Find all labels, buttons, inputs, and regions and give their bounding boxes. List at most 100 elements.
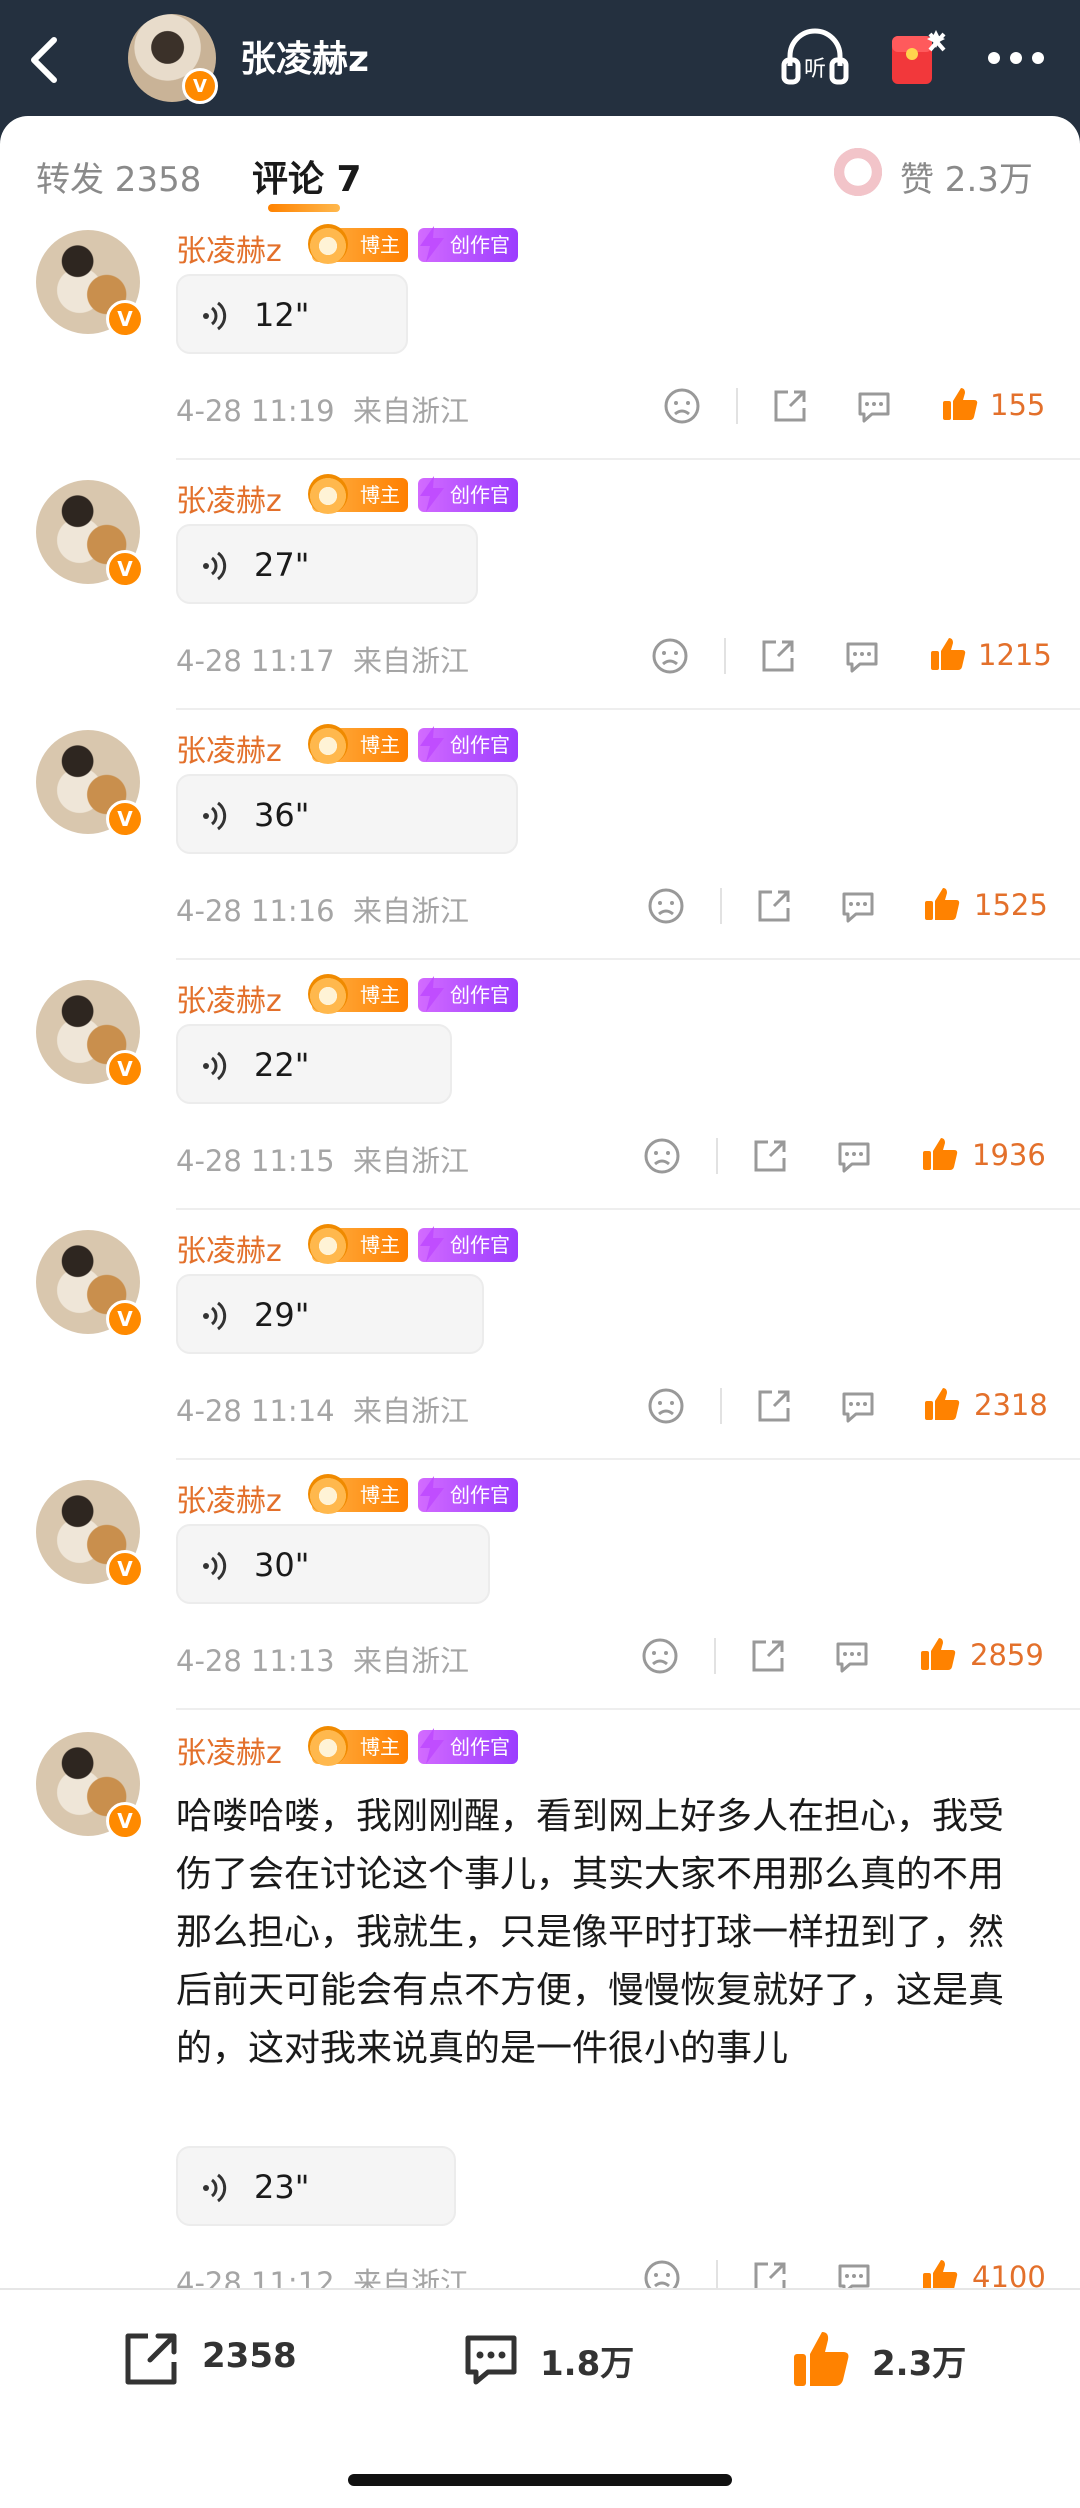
- crown-icon: [308, 724, 348, 764]
- creator-badge: 创作官: [418, 976, 518, 1012]
- dislike-icon[interactable]: [640, 1636, 680, 1676]
- like-count: 1936: [972, 1138, 1046, 1172]
- listen-icon[interactable]: 听: [780, 26, 850, 90]
- voice-duration: 30": [254, 1546, 310, 1584]
- blogger-badge: 博主: [308, 474, 408, 514]
- comment-author[interactable]: 张凌赫z: [176, 1728, 282, 1772]
- avatar[interactable]: V: [36, 480, 144, 588]
- avatar[interactable]: V: [36, 1480, 144, 1588]
- like-icon[interactable]: [922, 884, 962, 924]
- voice-message[interactable]: 29": [176, 1274, 484, 1354]
- dislike-icon[interactable]: [642, 1136, 682, 1176]
- voice-duration: 29": [254, 1296, 310, 1334]
- voice-wave-icon: [203, 801, 227, 831]
- separator: [720, 1388, 722, 1424]
- comment-text: 哈喽哈喽，我刚刚醒，看到网上好多人在担心，我受伤了会在讨论这个事儿，其实大家不用…: [176, 1796, 1005, 2069]
- comment-author[interactable]: 张凌赫z: [176, 476, 282, 520]
- voice-duration: 27": [254, 546, 310, 584]
- red-packet-icon[interactable]: [884, 24, 950, 90]
- crown-icon: [308, 224, 348, 264]
- like-icon[interactable]: [940, 384, 980, 424]
- dislike-icon[interactable]: [650, 636, 690, 676]
- verified-badge: V: [182, 68, 218, 104]
- crown-icon: [308, 474, 348, 514]
- like-count: 155: [990, 388, 1046, 422]
- voice-message[interactable]: 12": [176, 274, 408, 354]
- avatar[interactable]: V: [36, 980, 144, 1088]
- like-icon[interactable]: [920, 1134, 960, 1174]
- voice-message[interactable]: 27": [176, 524, 478, 604]
- crown-icon: [308, 1474, 348, 1514]
- voice-wave-icon: [203, 2173, 227, 2203]
- comment-author[interactable]: 张凌赫z: [176, 1476, 282, 1520]
- avatar[interactable]: V: [36, 730, 144, 838]
- divider: [176, 1458, 1080, 1460]
- more-icon[interactable]: [986, 50, 1046, 66]
- avatar[interactable]: V: [36, 1230, 144, 1338]
- creator-badge: 创作官: [418, 226, 518, 262]
- separator: [716, 1138, 718, 1174]
- like-count: 2318: [974, 1388, 1048, 1422]
- comment-author[interactable]: 张凌赫z: [176, 1226, 282, 1270]
- share-icon[interactable]: [754, 1386, 794, 1426]
- reply-icon[interactable]: [842, 636, 882, 676]
- creator-icon: [420, 476, 444, 512]
- reply-icon[interactable]: [854, 386, 894, 426]
- avatar[interactable]: V: [36, 230, 144, 338]
- reply-icon[interactable]: [834, 1136, 874, 1176]
- comment-location: 来自浙江: [353, 644, 470, 678]
- dislike-icon[interactable]: [662, 386, 702, 426]
- voice-wave-icon: [203, 1051, 227, 1081]
- repost-count[interactable]: 2358: [202, 2336, 297, 2376]
- avatar[interactable]: V: [36, 1732, 144, 1840]
- verified-badge: V: [106, 800, 144, 838]
- dislike-icon[interactable]: [646, 886, 686, 926]
- comment-item: V 张凌赫z 博主 创作官 哈喽哈喽，我刚刚醒，看到网上好多人在担心，我受伤了会…: [0, 1726, 1080, 2300]
- comment-author[interactable]: 张凌赫z: [176, 726, 282, 770]
- like-icon[interactable]: [918, 1634, 958, 1674]
- comment-item: V 张凌赫z 博主 创作官 22" 4-28 11:15 来自浙江 1936: [0, 974, 1080, 1216]
- like-icon[interactable]: [928, 634, 968, 674]
- home-indicator[interactable]: [348, 2474, 732, 2486]
- like-total[interactable]: 2.3万: [872, 2336, 966, 2385]
- like-icon[interactable]: [922, 1384, 962, 1424]
- comment-meta: 4-28 11:17 来自浙江: [176, 638, 469, 680]
- comment-item: V 张凌赫z 博主 创作官 30" 4-28 11:13 来自浙江 2859: [0, 1474, 1080, 1716]
- share-icon[interactable]: [770, 386, 810, 426]
- comment-author[interactable]: 张凌赫z: [176, 226, 282, 270]
- header-title[interactable]: 张凌赫z: [240, 30, 369, 82]
- reply-icon[interactable]: [832, 1636, 872, 1676]
- comment-item: V 张凌赫z 博主 创作官 12" 4-28 11:19 来自浙江 155: [0, 224, 1080, 460]
- voice-message[interactable]: 23": [176, 2146, 456, 2226]
- verified-badge: V: [106, 550, 144, 588]
- back-icon[interactable]: [22, 32, 70, 88]
- voice-duration: 36": [254, 796, 310, 834]
- voice-message[interactable]: 22": [176, 1024, 452, 1104]
- voice-duration: 22": [254, 1046, 310, 1084]
- verified-badge: V: [106, 300, 144, 338]
- like-icon[interactable]: [790, 2328, 852, 2390]
- creator-icon: [420, 726, 444, 762]
- comment-count[interactable]: 1.8万: [540, 2336, 634, 2385]
- share-icon[interactable]: [748, 1636, 788, 1676]
- like-count: 1215: [978, 638, 1052, 672]
- comment-icon[interactable]: [460, 2328, 522, 2390]
- comment-author[interactable]: 张凌赫z: [176, 976, 282, 1020]
- dislike-icon[interactable]: [646, 1386, 686, 1426]
- reply-icon[interactable]: [838, 1386, 878, 1426]
- voice-wave-icon: [203, 551, 227, 581]
- repost-icon[interactable]: [120, 2328, 182, 2390]
- comment-location: 来自浙江: [353, 1144, 470, 1178]
- share-icon[interactable]: [758, 636, 798, 676]
- reply-icon[interactable]: [838, 886, 878, 926]
- comment-time: 4-28 11:17: [176, 644, 335, 678]
- divider: [176, 1708, 1080, 1710]
- like-count: 2859: [970, 1638, 1044, 1672]
- voice-message[interactable]: 36": [176, 774, 518, 854]
- voice-message[interactable]: 30": [176, 1524, 490, 1604]
- comment-item: V 张凌赫z 博主 创作官 29" 4-28 11:14 来自浙江 2318: [0, 1224, 1080, 1466]
- share-icon[interactable]: [754, 886, 794, 926]
- creator-badge: 创作官: [418, 726, 518, 762]
- header-avatar[interactable]: V: [128, 14, 218, 104]
- share-icon[interactable]: [750, 1136, 790, 1176]
